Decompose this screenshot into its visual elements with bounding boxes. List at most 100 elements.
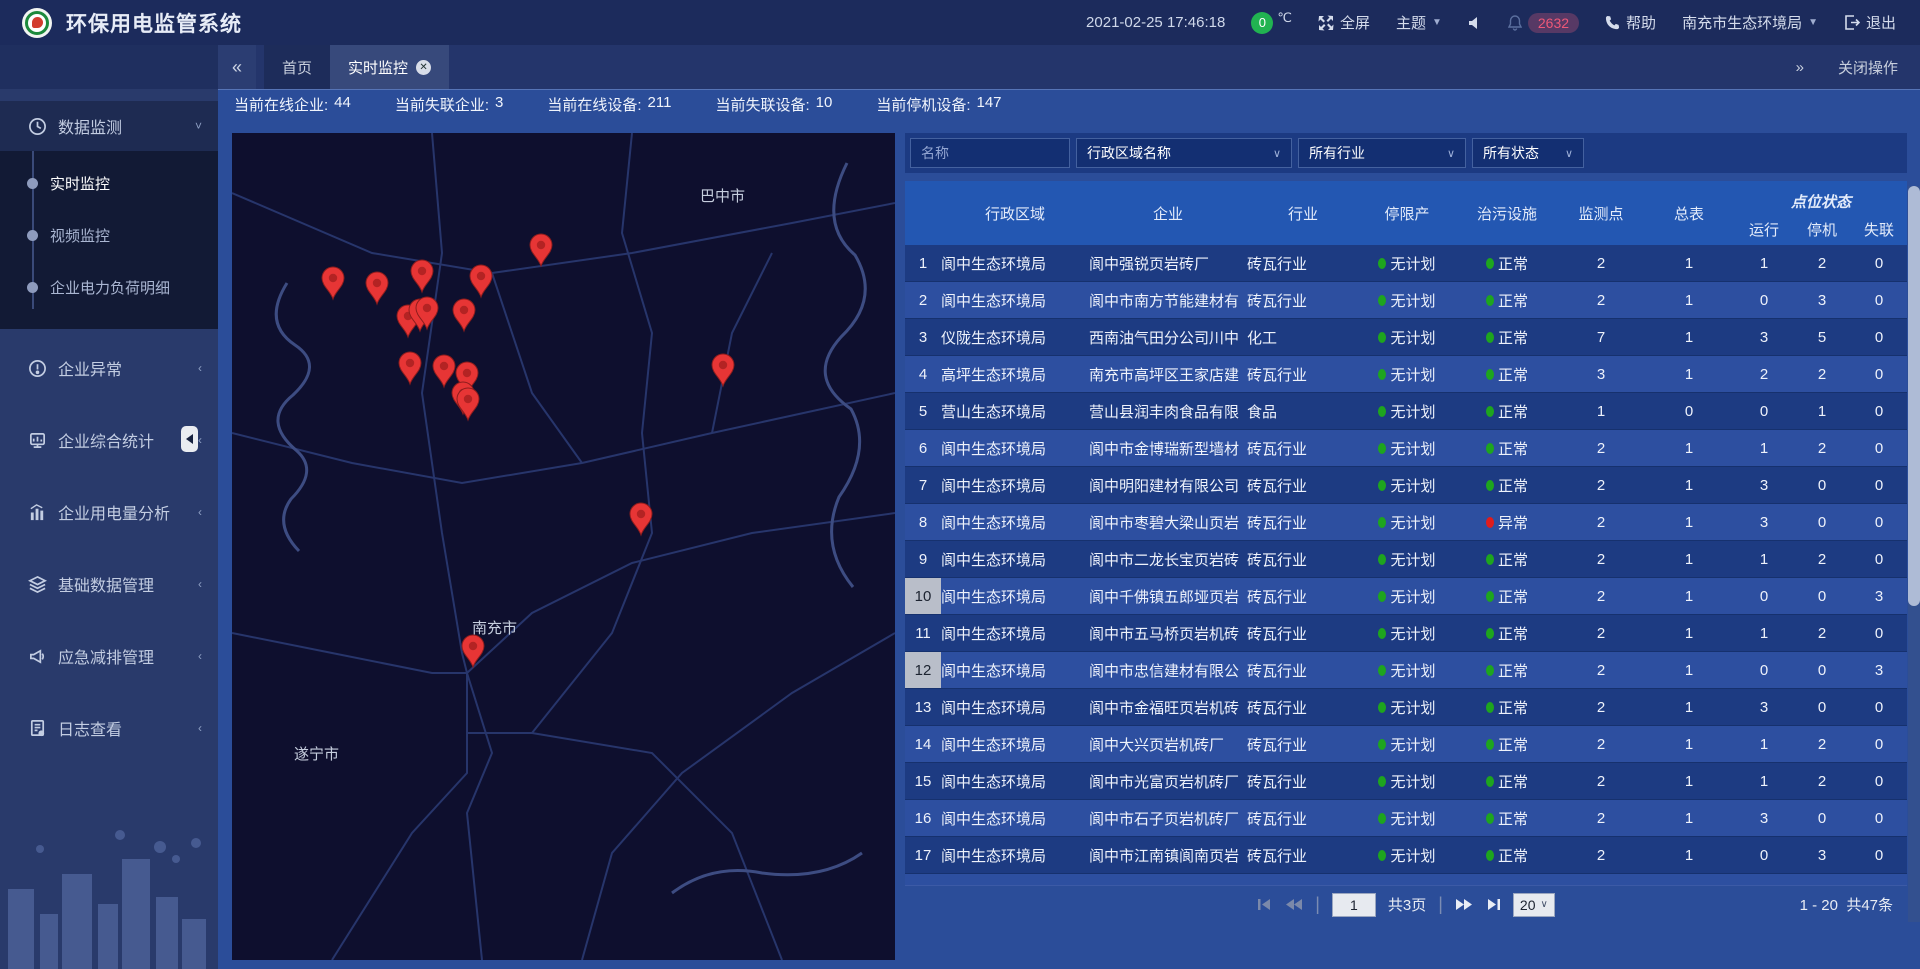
map-pin[interactable]: [366, 272, 388, 304]
table-row[interactable]: 3仪陇生态环境局西南油气田分公司川中化工无计划正常71350: [905, 319, 1907, 356]
table-row[interactable]: 5营山生态环境局营山县润丰肉食品有限食品无计划正常10010: [905, 393, 1907, 430]
table-row[interactable]: 8阆中生态环境局阆中市枣碧大梁山页岩砖瓦行业无计划异常21300: [905, 504, 1907, 541]
industry-filter-select[interactable]: 所有行业 ∨: [1298, 138, 1466, 168]
tabs-scroll-left-button[interactable]: «: [218, 45, 256, 89]
sidebar-item-log-view[interactable]: 日志查看‹: [0, 703, 218, 753]
table-body: 1阆中生态环境局阆中强锐页岩砖厂砖瓦行业无计划正常211202阆中生态环境局阆中…: [905, 245, 1907, 885]
name-filter-input[interactable]: [910, 138, 1070, 168]
sidebar-subitem-video-monitor[interactable]: 视频监控: [0, 209, 218, 261]
status-text: 正常: [1498, 438, 1528, 459]
table-scrollbar[interactable]: [1908, 186, 1920, 922]
map-city-label: 巴中市: [700, 188, 745, 205]
theme-menu[interactable]: 主题 ▼: [1396, 12, 1442, 33]
notifications[interactable]: 2632: [1508, 13, 1579, 33]
cell-stop-status: 无计划: [1359, 726, 1455, 762]
table-row[interactable]: 15阆中生态环境局阆中市光富页岩机砖厂砖瓦行业无计划正常21120: [905, 763, 1907, 800]
map-city-label: 遂宁市: [294, 746, 339, 763]
last-page-button[interactable]: [1485, 898, 1501, 911]
cell-run-count: 1: [1735, 726, 1793, 762]
cell-lost-count: 0: [1851, 282, 1907, 318]
chevron-down-icon: ▼: [1432, 17, 1442, 28]
map-pin[interactable]: [712, 354, 734, 386]
status-dot-icon: [1486, 628, 1494, 639]
page-size-select[interactable]: 20 ∨: [1513, 893, 1555, 917]
cell-run-count: 3: [1735, 689, 1793, 725]
close-operations-button[interactable]: 关闭操作: [1838, 57, 1898, 78]
first-page-button[interactable]: [1257, 898, 1273, 911]
table-row[interactable]: 10阆中生态环境局阆中千佛镇五郎垭页岩砖瓦行业无计划正常21003: [905, 578, 1907, 615]
table-row[interactable]: 13阆中生态环境局阆中市金福旺页岩机砖砖瓦行业无计划正常21300: [905, 689, 1907, 726]
table-row[interactable]: 12阆中生态环境局阆中市忠信建材有限公砖瓦行业无计划正常21003: [905, 652, 1907, 689]
status-text: 无计划: [1390, 549, 1435, 570]
table-row[interactable]: 9阆中生态环境局阆中市二龙长宝页岩砖砖瓦行业无计划正常21120: [905, 541, 1907, 578]
table-row[interactable]: 6阆中生态环境局阆中市金博瑞新型墙材砖瓦行业无计划正常21120: [905, 430, 1907, 467]
cell-total-meter: 1: [1643, 245, 1735, 281]
sidebar-item-enterprise-abnormal[interactable]: 企业异常‹: [0, 343, 218, 393]
cell-region: 阆中生态环境局: [941, 282, 1089, 318]
map-pin[interactable]: [399, 352, 421, 384]
sidebar-item-emergency-reduction[interactable]: 应急减排管理‹: [0, 631, 218, 681]
status-text: 正常: [1498, 623, 1528, 644]
cell-company: 阆中市金博瑞新型墙材: [1089, 430, 1247, 466]
map-panel[interactable]: 巴中市南充市遂宁市: [232, 133, 895, 960]
logout-icon: [1844, 15, 1860, 30]
cell-industry: 砖瓦行业: [1247, 541, 1359, 577]
table-row[interactable]: 16阆中生态环境局阆中市石子页岩机砖厂砖瓦行业无计划正常21300: [905, 800, 1907, 837]
map-pin[interactable]: [457, 388, 479, 420]
header-index: [905, 181, 941, 245]
tab-realtime-monitor[interactable]: 实时监控 ✕: [330, 45, 449, 89]
sidebar-subitem-power-load-detail[interactable]: 企业电力负荷明细: [0, 261, 218, 313]
cell-stop-status: 无计划: [1359, 467, 1455, 503]
cell-halt-count: 0: [1793, 578, 1851, 614]
table-row[interactable]: 2阆中生态环境局阆中市南方节能建材有砖瓦行业无计划正常21030: [905, 282, 1907, 319]
map-pin[interactable]: [530, 234, 552, 266]
map-pin[interactable]: [453, 299, 475, 331]
tab-close-icon[interactable]: ✕: [416, 60, 431, 75]
chevron-left-icon: ‹: [198, 721, 202, 735]
cell-halt-count: 2: [1793, 615, 1851, 651]
region-filter-select[interactable]: 行政区域名称 ∨: [1076, 138, 1292, 168]
cell-treatment-status: 正常: [1455, 689, 1559, 725]
sidebar-collapse-handle[interactable]: [181, 426, 198, 452]
map-pin[interactable]: [470, 265, 492, 297]
table-row[interactable]: 4高坪生态环境局南充市高坪区王家店建砖瓦行业无计划正常31220: [905, 356, 1907, 393]
chevron-left-icon: ‹: [198, 433, 202, 447]
datetime: 2021-02-25 17:46:18: [1086, 14, 1225, 31]
cell-company: 阆中市枣碧大梁山页岩: [1089, 504, 1247, 540]
next-page-button[interactable]: [1455, 898, 1473, 911]
status-text: 正常: [1498, 660, 1528, 681]
table-row[interactable]: 11阆中生态环境局阆中市五马桥页岩机砖砖瓦行业无计划正常21120: [905, 615, 1907, 652]
cell-index: 12: [905, 652, 941, 688]
sidebar-subitem-realtime-monitor[interactable]: 实时监控: [0, 157, 218, 209]
cell-region: 阆中生态环境局: [941, 578, 1089, 614]
cell-monitor-points: 2: [1559, 763, 1643, 799]
help-button[interactable]: 帮助: [1605, 12, 1656, 33]
prev-page-button[interactable]: [1285, 898, 1303, 911]
cell-index: 15: [905, 763, 941, 799]
sidebar-item-power-usage-analysis[interactable]: 企业用电量分析‹: [0, 487, 218, 537]
scrollbar-thumb[interactable]: [1908, 186, 1920, 606]
sound-button[interactable]: [1468, 16, 1482, 30]
sidebar-group-power-usage-analysis: 企业用电量分析‹: [0, 487, 218, 537]
sidebar-item-base-data-management[interactable]: 基础数据管理‹: [0, 559, 218, 609]
cell-industry: 化工: [1247, 319, 1359, 355]
map-pin[interactable]: [322, 267, 344, 299]
table-row[interactable]: 18南部生态环境局南部县兴华水泥有限公建材加工无计划正常60060: [905, 874, 1907, 885]
map-pin[interactable]: [411, 260, 433, 292]
map-pin[interactable]: [433, 355, 455, 387]
map-pin[interactable]: [630, 503, 652, 535]
table-row[interactable]: 14阆中生态环境局阆中大兴页岩机砖厂砖瓦行业无计划正常21120: [905, 726, 1907, 763]
status-filter-select[interactable]: 所有状态 ∨: [1472, 138, 1584, 168]
page-number-input[interactable]: [1332, 893, 1376, 917]
org-menu[interactable]: 南充市生态环境局 ▼: [1682, 12, 1818, 33]
table-row[interactable]: 17阆中生态环境局阆中市江南镇阆南页岩砖瓦行业无计划正常21030: [905, 837, 1907, 874]
table-row[interactable]: 7阆中生态环境局阆中明阳建材有限公司砖瓦行业无计划正常21300: [905, 467, 1907, 504]
tabs-scroll-right-button[interactable]: »: [1796, 59, 1804, 76]
tab-home[interactable]: 首页: [264, 45, 330, 89]
sidebar-item-data-monitoring[interactable]: 数据监测˅: [0, 101, 218, 151]
fullscreen-button[interactable]: 全屏: [1318, 12, 1370, 33]
logout-button[interactable]: 退出: [1844, 12, 1896, 33]
cell-treatment-status: 正常: [1455, 356, 1559, 392]
status-text: 无计划: [1390, 660, 1435, 681]
table-row[interactable]: 1阆中生态环境局阆中强锐页岩砖厂砖瓦行业无计划正常21120: [905, 245, 1907, 282]
